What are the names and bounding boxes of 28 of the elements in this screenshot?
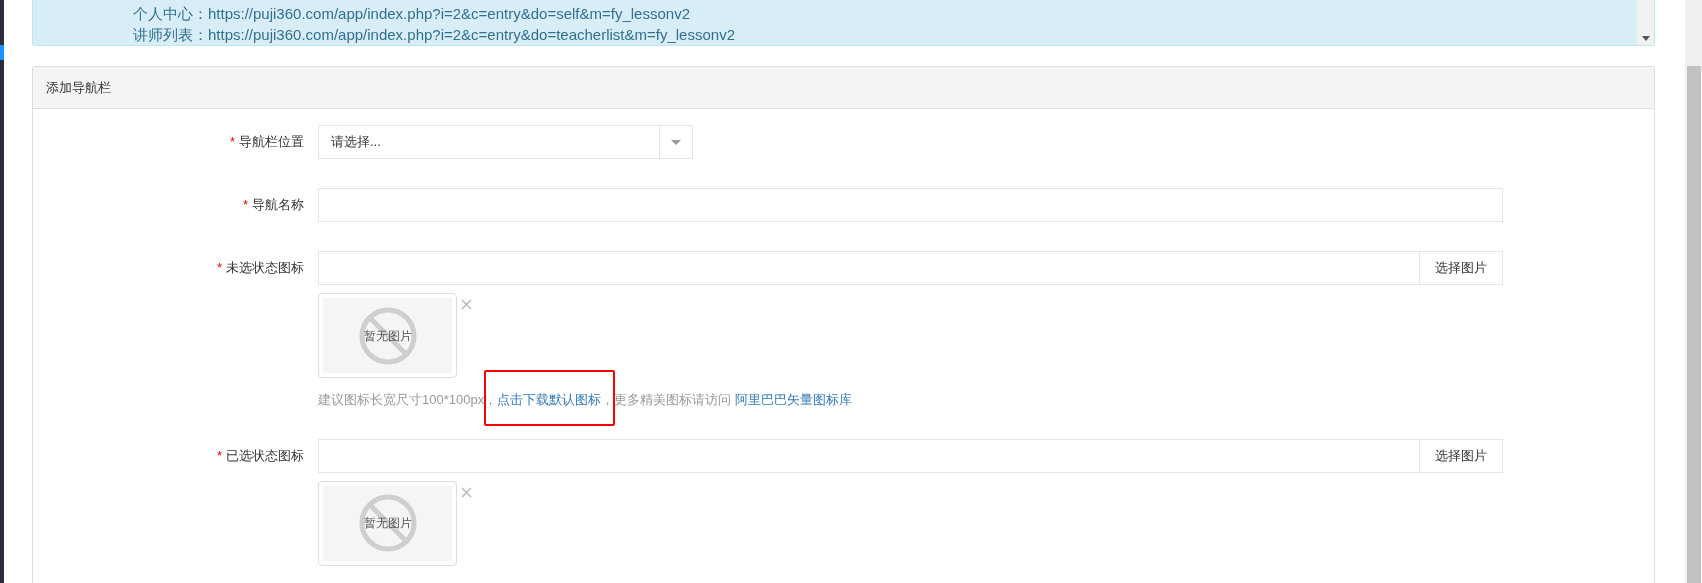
scrollbar[interactable] bbox=[1637, 0, 1654, 45]
link[interactable]: 阿里巴巴矢量图标库 bbox=[734, 392, 852, 407]
caret-icon bbox=[671, 139, 681, 145]
field-label: * 导航名称 bbox=[241, 196, 304, 214]
preview-text: 暂无图片 bbox=[363, 515, 412, 532]
info-line: 讲师列表：https://puji360.com/app/index.php?i=2&c=entry&do=teacherlist&m=fy_lessonv2 bbox=[133, 25, 736, 45]
image-url-field[interactable] bbox=[318, 438, 1420, 473]
page-scrollbar[interactable] bbox=[1685, 0, 1702, 583]
field-label: * 已选状态图标 bbox=[215, 446, 304, 465]
scrollbar-thumb[interactable] bbox=[1687, 66, 1701, 583]
down-arrow-icon[interactable] bbox=[1641, 36, 1650, 41]
no-image-icon bbox=[358, 494, 417, 552]
select-dropdown[interactable]: 请选择... bbox=[318, 125, 693, 159]
active-indicator bbox=[0, 45, 4, 60]
panel-title: 添加导航栏 bbox=[33, 67, 1654, 109]
info-line: 个人中心：https://puji360.com/app/index.php?i=2&c=entry&do=self&m=fy_lessonv2 bbox=[133, 4, 691, 24]
hint-text: 建议图标长宽尺寸100*100px，点击下载默认图标，更多精美图标请访问 阿里巴巴矢量图标库 bbox=[318, 390, 1503, 410]
text-field[interactable] bbox=[318, 188, 1503, 222]
image-url-field[interactable] bbox=[318, 251, 1420, 285]
close-icon[interactable] bbox=[461, 486, 472, 498]
no-image-icon bbox=[358, 306, 417, 365]
field-label: * 未选状态图标 bbox=[215, 259, 304, 277]
choose-image-button[interactable]: 选择图片 bbox=[1420, 251, 1503, 285]
link[interactable]: 点击下载默认图标 bbox=[497, 392, 602, 407]
close-icon[interactable] bbox=[461, 299, 472, 310]
field-label: * 导航栏位置 bbox=[228, 133, 304, 151]
choose-image-button[interactable]: 选择图片 bbox=[1420, 438, 1503, 473]
preview-text: 暂无图片 bbox=[363, 327, 412, 345]
